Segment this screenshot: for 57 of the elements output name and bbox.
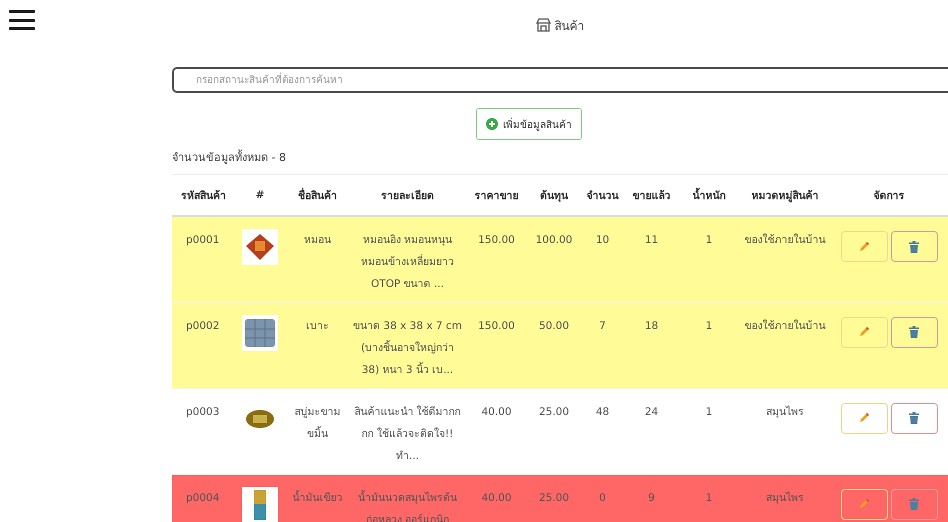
table-cell: p0002 <box>172 302 235 388</box>
table-cell: 1 <box>678 302 740 388</box>
pencil-icon <box>858 498 870 510</box>
pencil-icon <box>858 412 870 424</box>
table-cell: 9 <box>625 474 678 522</box>
table-cell: 11 <box>625 216 678 302</box>
table-cell: หมอน <box>285 216 350 302</box>
delete-button[interactable] <box>890 488 938 520</box>
table-cell: 1 <box>678 216 740 302</box>
trash-icon <box>909 240 919 252</box>
table-cell: ของใช้ภายในบ้าน <box>740 216 830 302</box>
add-product-button[interactable]: เพิ่มข้อมูลสินค้า <box>476 108 582 140</box>
table-cell: 25.00 <box>528 474 580 522</box>
total-count: จำนวนข้อมูลทั้งหมด - 8 <box>172 148 287 166</box>
delete-button[interactable] <box>890 316 938 348</box>
trash-icon <box>909 412 919 424</box>
table-cell: ขนาด 38 x 38 x 7 cm (บางชิ้นอาจใหญ่กว่า 38) หนา 3 นิ้ว เบ... <box>350 302 465 388</box>
search-field[interactable]: กรอกสถานะสินค้าที่ต้องการค้นหา <box>172 67 948 93</box>
table-cell: 10 <box>580 216 625 302</box>
table-cell: 150.00 <box>465 302 528 388</box>
table-cell: สินค้าแนะนำ ใช้ดีมากกกก ใช้แล้วจะติดใจ!! ทำ... <box>350 388 465 474</box>
delete-button[interactable] <box>890 231 938 262</box>
table-cell: p0004 <box>172 474 235 522</box>
table-cell: 24 <box>625 388 678 474</box>
trash-icon <box>909 326 919 338</box>
store-icon <box>536 18 550 32</box>
table-cell: 150.00 <box>465 216 528 302</box>
table-cell: น้ำมันเขียว <box>285 474 350 522</box>
table-cell: 1 <box>678 474 740 522</box>
photo-placeholder <box>252 488 268 522</box>
table-cell: 7 <box>580 302 625 388</box>
page-title: สินค้า <box>554 18 584 34</box>
table-cell: p0001 <box>172 216 235 302</box>
table-cell: 1 <box>678 388 740 474</box>
pencil-icon <box>858 240 870 252</box>
table-cell: 0 <box>580 474 625 522</box>
table-cell: ของใช้ภายในบ้าน <box>740 302 830 388</box>
plus-icon <box>486 118 498 130</box>
table-cell: 18 <box>625 302 678 388</box>
menu-button[interactable] <box>9 10 35 30</box>
table-cell: 40.00 <box>465 474 528 522</box>
table-cell: 48 <box>580 388 625 474</box>
table-cell: สมุนไพร <box>740 474 830 522</box>
table-cell: 25.00 <box>528 388 580 474</box>
pencil-icon <box>858 326 870 338</box>
table-cell: 50.00 <box>528 302 580 388</box>
trash-icon <box>909 498 919 510</box>
edit-button[interactable] <box>840 488 888 520</box>
table-cell: เบาะ <box>285 302 350 388</box>
table-cell: p0003 <box>172 388 235 474</box>
table-cell: สบู่มะขามขมิ้น <box>285 388 350 474</box>
table-cell: หมอนอิง หมอนหนุน หมอนข้างเหลี่ยมยาว OTOP ขนาด ... <box>350 216 465 302</box>
photo-placeholder <box>245 408 275 428</box>
delete-button[interactable] <box>890 402 938 434</box>
table-cell: 40.00 <box>465 388 528 474</box>
table-cell: สมุนไพร <box>740 388 830 474</box>
table-cell: 100.00 <box>528 216 580 302</box>
